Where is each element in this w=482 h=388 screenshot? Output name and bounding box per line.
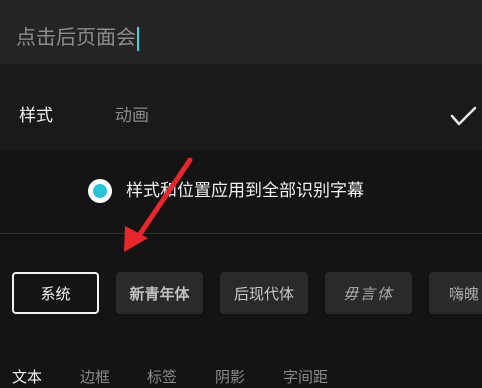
subtab-text[interactable]: 文本 bbox=[12, 366, 42, 388]
apply-to-all-label: 样式和位置应用到全部识别字幕 bbox=[126, 181, 364, 201]
font-option-xinqingnian[interactable]: 新青年体 bbox=[116, 272, 203, 314]
subtitle-text-input[interactable]: 点击后页面会 bbox=[0, 0, 482, 64]
apply-to-all-radio[interactable] bbox=[88, 179, 112, 203]
font-option-wuyan[interactable]: 毋言体 bbox=[325, 272, 412, 314]
style-tabs-bar bbox=[0, 64, 482, 150]
font-option-haipo[interactable]: 嗨魄 bbox=[429, 272, 482, 314]
tab-style[interactable]: 样式 bbox=[19, 104, 53, 128]
tab-animation[interactable]: 动画 bbox=[115, 104, 149, 128]
subtab-label[interactable]: 标签 bbox=[147, 366, 177, 388]
subtab-shadow[interactable]: 阴影 bbox=[215, 366, 245, 388]
font-option-system[interactable]: 系统 bbox=[12, 272, 99, 314]
confirm-checkmark-icon[interactable] bbox=[444, 100, 482, 132]
subtab-border[interactable]: 边框 bbox=[80, 366, 110, 388]
text-caret bbox=[137, 26, 139, 51]
subtab-letter-spacing[interactable]: 字间距 bbox=[283, 366, 328, 388]
section-divider bbox=[0, 233, 482, 234]
font-option-houxiandai[interactable]: 后现代体 bbox=[220, 272, 308, 314]
subtitle-text-value[interactable]: 点击后页面会 bbox=[16, 24, 139, 51]
